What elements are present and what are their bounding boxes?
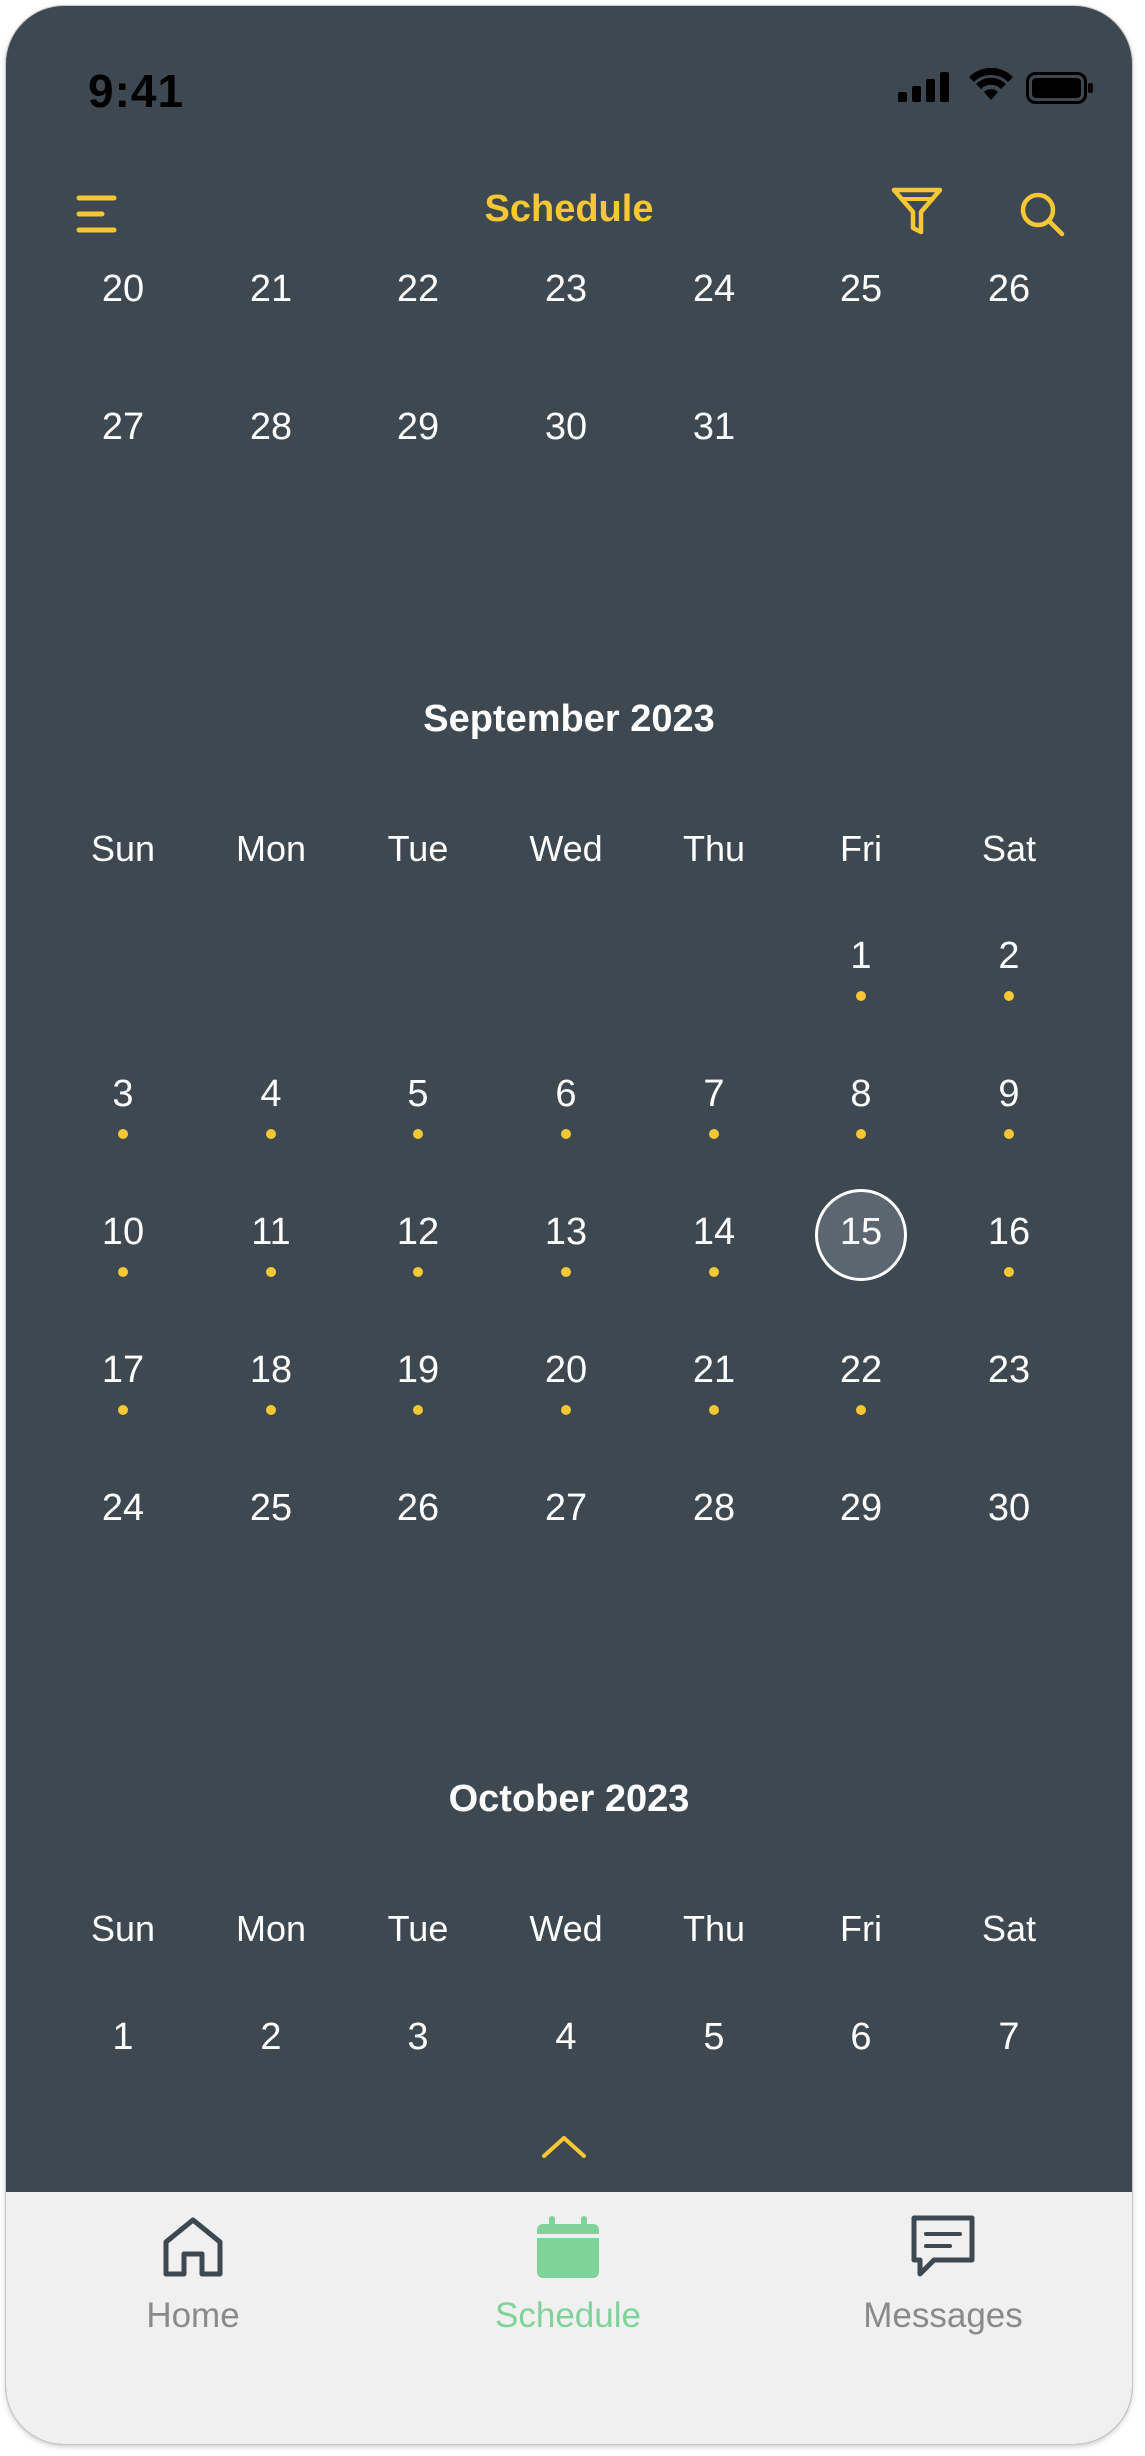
event-indicator-dot <box>856 1405 866 1415</box>
calendar-day[interactable]: 12 <box>348 1211 488 1254</box>
event-indicator-dot <box>413 1405 423 1415</box>
tab-schedule[interactable]: Schedule <box>438 2192 698 2362</box>
tab-home-label: Home <box>146 2296 240 2335</box>
event-indicator-dot <box>1004 1129 1014 1139</box>
event-indicator-dot <box>561 1405 571 1415</box>
weekday-label: Fri <box>840 1908 882 1949</box>
calendar-day[interactable]: 26 <box>939 268 1079 311</box>
calendar-day[interactable]: 5 <box>644 2016 784 2059</box>
calendar-icon <box>537 2216 599 2278</box>
event-indicator-dot <box>561 1129 571 1139</box>
event-indicator-dot <box>266 1129 276 1139</box>
event-indicator-dot <box>709 1267 719 1277</box>
weekday-label: Wed <box>529 828 603 869</box>
event-indicator-dot <box>413 1129 423 1139</box>
calendar-day[interactable]: 13 <box>496 1211 636 1254</box>
event-indicator-dot <box>118 1129 128 1139</box>
calendar-day[interactable]: 29 <box>791 1487 931 1530</box>
calendar-day[interactable]: 10 <box>53 1211 193 1254</box>
event-indicator-dot <box>856 1129 866 1139</box>
calendar-day[interactable]: 19 <box>348 1349 488 1392</box>
calendar-day[interactable]: 18 <box>201 1349 341 1392</box>
weekday-label: Mon <box>235 828 307 869</box>
calendar-day[interactable]: 3 <box>53 1073 193 1116</box>
event-indicator-dot <box>561 1267 571 1277</box>
calendar-scroll-area[interactable]: 20 21 22 23 24 25 26 27 28 29 30 31 September 2023 Su… <box>6 6 1132 2192</box>
tab-schedule-label: Schedule <box>495 2296 641 2335</box>
tab-messages[interactable]: Messages <box>813 2192 1073 2362</box>
bottom-tab-bar: Home Schedule Messages <box>6 2192 1132 2444</box>
weekday-label: Thu <box>682 828 746 869</box>
calendar-day[interactable]: 26 <box>348 1487 488 1530</box>
calendar-day[interactable]: 29 <box>348 406 488 449</box>
weekday-label: Mon <box>235 1908 307 1949</box>
calendar-day[interactable]: 27 <box>53 406 193 449</box>
calendar-day[interactable]: 22 <box>791 1349 931 1392</box>
calendar-day[interactable]: 22 <box>348 268 488 311</box>
chevron-up-icon[interactable] <box>542 2134 586 2158</box>
calendar-day[interactable]: 16 <box>939 1211 1079 1254</box>
calendar-day[interactable]: 21 <box>201 268 341 311</box>
weekday-label: Sun <box>90 1908 156 1949</box>
event-indicator-dot <box>1004 991 1014 1001</box>
weekday-label: Tue <box>387 828 449 869</box>
event-indicator-dot <box>709 1405 719 1415</box>
weekday-label: Wed <box>529 1908 603 1949</box>
event-indicator-dot <box>118 1405 128 1415</box>
calendar-day[interactable]: 28 <box>201 406 341 449</box>
weekday-label: Sat <box>981 1908 1037 1949</box>
weekday-label: Sun <box>90 828 156 869</box>
calendar-day[interactable]: 23 <box>939 1349 1079 1392</box>
calendar-day[interactable]: 25 <box>791 268 931 311</box>
calendar-day[interactable]: 15 <box>791 1211 931 1254</box>
home-icon <box>163 2217 223 2277</box>
tab-messages-label: Messages <box>863 2296 1023 2335</box>
calendar-day[interactable]: 6 <box>496 1073 636 1116</box>
event-indicator-dot <box>118 1267 128 1277</box>
calendar-day[interactable]: 7 <box>644 1073 784 1116</box>
calendar-day[interactable]: 31 <box>644 406 784 449</box>
calendar-day[interactable]: 30 <box>939 1487 1079 1530</box>
calendar-day[interactable]: 11 <box>201 1211 341 1254</box>
calendar-day[interactable]: 4 <box>496 2016 636 2059</box>
weekday-label: Thu <box>682 1908 746 1949</box>
calendar-day[interactable]: 20 <box>53 268 193 311</box>
calendar-day[interactable]: 20 <box>496 1349 636 1392</box>
calendar-day[interactable]: 9 <box>939 1073 1079 1116</box>
calendar-day[interactable]: 27 <box>496 1487 636 1530</box>
event-indicator-dot <box>266 1405 276 1415</box>
event-indicator-dot <box>266 1267 276 1277</box>
month-title-october: October 2023 <box>448 1778 690 1820</box>
calendar-day[interactable]: 1 <box>53 2016 193 2059</box>
phone-screen: 9:41 Schedule 20 21 22 23 24 25 26 27 28… <box>6 6 1132 2444</box>
calendar-day[interactable]: 28 <box>644 1487 784 1530</box>
event-indicator-dot <box>1004 1267 1014 1277</box>
message-icon <box>911 2215 975 2277</box>
weekday-label: Fri <box>840 828 882 869</box>
calendar-day[interactable]: 24 <box>53 1487 193 1530</box>
calendar-day[interactable]: 8 <box>791 1073 931 1116</box>
calendar-day[interactable]: 7 <box>939 2016 1079 2059</box>
tab-home[interactable]: Home <box>63 2192 323 2362</box>
weekday-label: Sat <box>981 828 1037 869</box>
calendar-day[interactable]: 1 <box>791 935 931 978</box>
calendar-day[interactable]: 3 <box>348 2016 488 2059</box>
event-indicator-dot <box>413 1267 423 1277</box>
calendar-day[interactable]: 24 <box>644 268 784 311</box>
calendar-day[interactable]: 5 <box>348 1073 488 1116</box>
calendar-day[interactable]: 2 <box>201 2016 341 2059</box>
event-indicator-dot <box>856 991 866 1001</box>
calendar-day[interactable]: 17 <box>53 1349 193 1392</box>
calendar-day[interactable]: 21 <box>644 1349 784 1392</box>
calendar-day[interactable]: 2 <box>939 935 1079 978</box>
calendar-day[interactable]: 4 <box>201 1073 341 1116</box>
calendar-day[interactable]: 14 <box>644 1211 784 1254</box>
calendar-day[interactable]: 30 <box>496 406 636 449</box>
month-title-september: September 2023 <box>423 698 715 740</box>
calendar-day[interactable]: 6 <box>791 2016 931 2059</box>
calendar-day[interactable]: 23 <box>496 268 636 311</box>
event-indicator-dot <box>709 1129 719 1139</box>
calendar-day[interactable]: 25 <box>201 1487 341 1530</box>
weekday-label: Tue <box>387 1908 449 1949</box>
